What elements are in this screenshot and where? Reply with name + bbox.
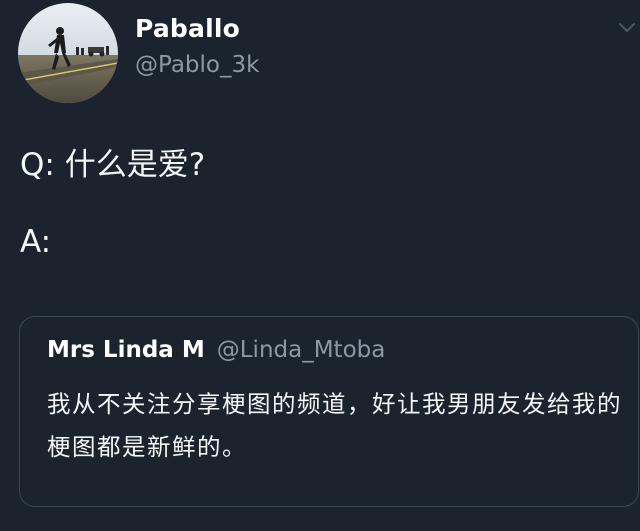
author-display-name[interactable]: Paballo <box>135 16 240 41</box>
quoted-author-handle[interactable]: @Linda_Mtoba <box>217 337 386 363</box>
tweet: Paballo @Pablo_3k Q: 什么是爱? A: Mrs Linda … <box>0 0 640 531</box>
quoted-author-name[interactable]: Mrs Linda M <box>47 337 205 363</box>
chevron-down-icon[interactable] <box>618 20 636 34</box>
profile-photo-icon <box>18 3 118 103</box>
quoted-tweet-card[interactable]: Mrs Linda M @Linda_Mtoba 我从不关注分享梗图的频道，好让我… <box>19 316 639 507</box>
avatar[interactable] <box>18 3 118 103</box>
author-handle[interactable]: @Pablo_3k <box>135 54 259 77</box>
quoted-tweet-header: Mrs Linda M @Linda_Mtoba <box>47 339 385 362</box>
tweet-question: Q: 什么是爱? <box>20 147 206 183</box>
tweet-answer: A: <box>20 224 52 260</box>
quoted-tweet-text: 我从不关注分享梗图的频道，好让我男朋友发给我的梗图都是新鲜的。 <box>47 390 622 461</box>
